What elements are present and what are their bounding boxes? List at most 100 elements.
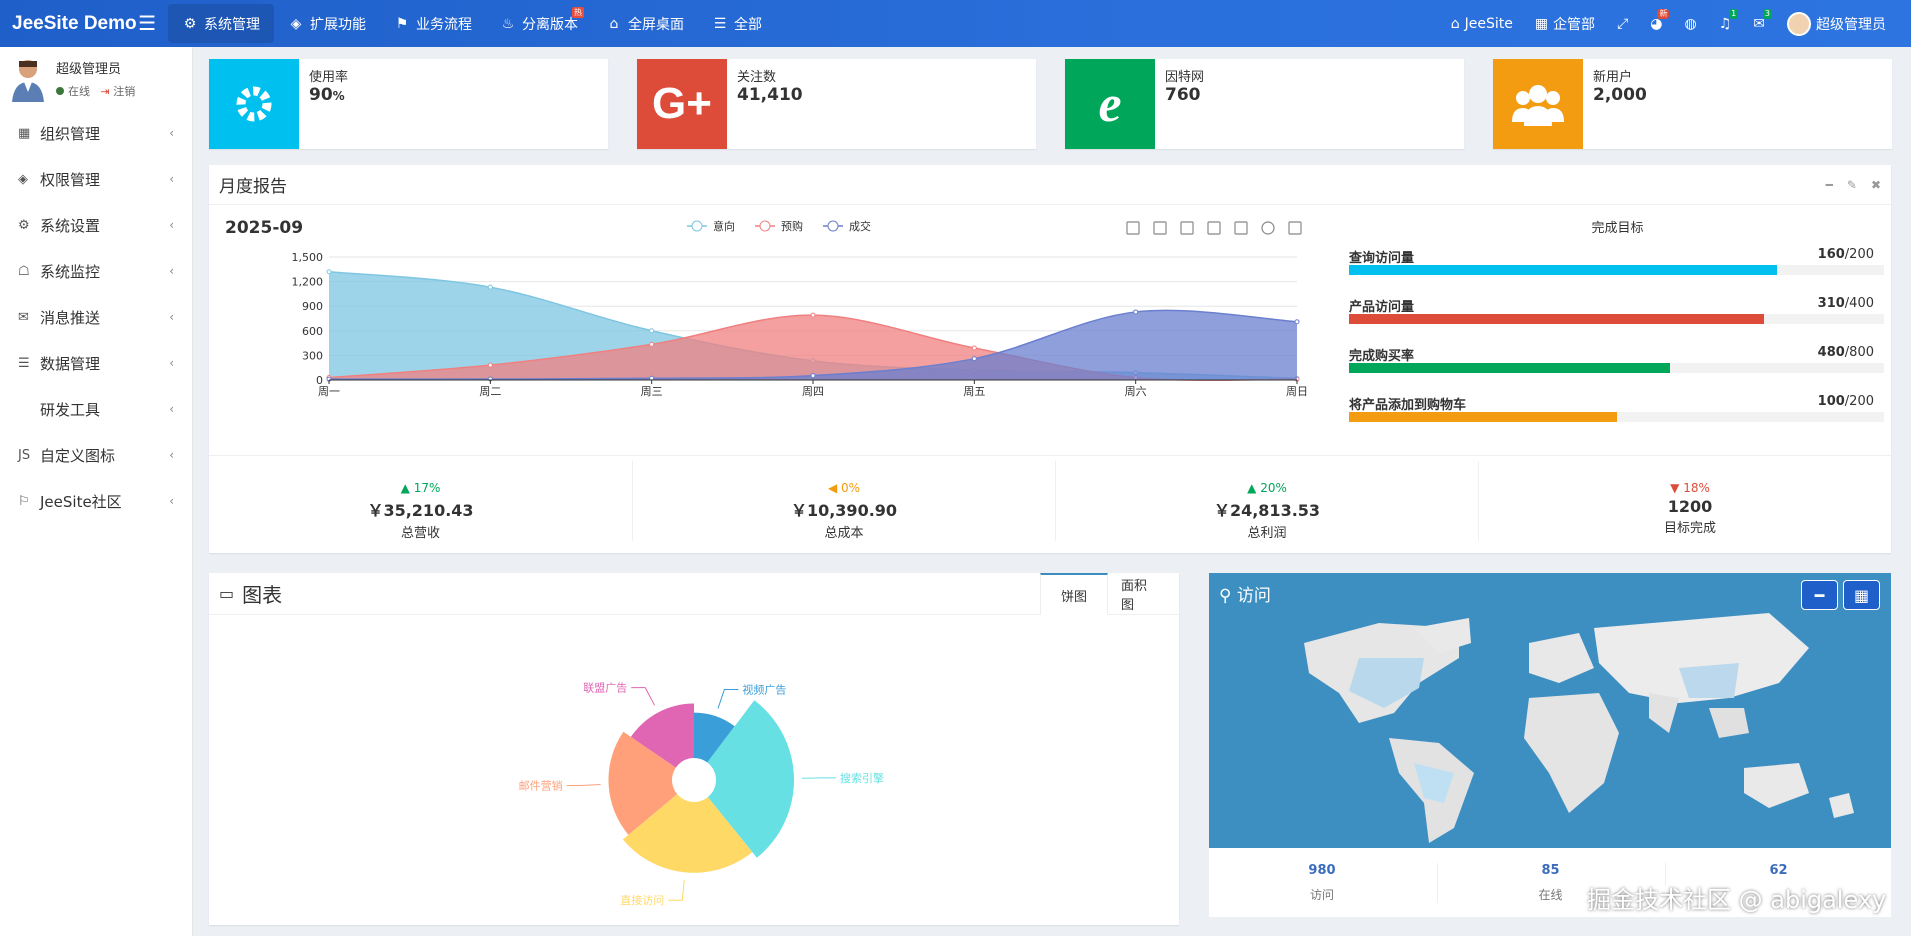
topnav-item-extend[interactable]: ◈ 扩展功能: [274, 4, 380, 43]
label-leader: [566, 784, 601, 787]
legend-marker[interactable]: [827, 220, 839, 232]
topnav-item-all[interactable]: ☰ 全部: [698, 4, 776, 43]
info-label: 新用户: [1593, 70, 1633, 85]
stat-amount: 1200: [1667, 497, 1713, 516]
info-label: 关注数: [737, 70, 777, 85]
goal-current: 480: [1817, 345, 1845, 360]
download-icon[interactable]: [1288, 221, 1302, 235]
sidebar-item[interactable]: ✉ 消息推送 ‹: [0, 294, 192, 340]
tab-pie[interactable]: 饼图: [1040, 573, 1109, 615]
stat-label: 总利润: [1247, 526, 1287, 541]
bar-chart-icon[interactable]: [1180, 221, 1194, 235]
info-value: 2,000: [1593, 85, 1647, 105]
info-box: 新用户 2,000: [1493, 59, 1892, 149]
chevron-left-icon: ‹: [169, 494, 174, 508]
y-tick-label: 300: [302, 349, 323, 362]
document-icon[interactable]: [1126, 221, 1140, 235]
envelope-icon: ✉: [18, 309, 29, 325]
label-leader: [631, 687, 656, 706]
visit-title-text: 访问: [1236, 586, 1271, 606]
jeesite-link[interactable]: ⌂ JeeSite: [1440, 0, 1524, 47]
enterprise-link[interactable]: ▦ 企管部: [1524, 0, 1606, 47]
sidebar-item[interactable]: JS 自定义图标 ‹: [0, 432, 192, 478]
database-icon: ☰: [18, 355, 30, 371]
language-button[interactable]: ◍: [1673, 0, 1707, 47]
expand-icon: ⤢: [1617, 15, 1629, 32]
info-box: G+ 关注数 41,410: [637, 59, 1036, 149]
data-point: [1133, 309, 1139, 315]
line-chart-icon[interactable]: [1153, 221, 1167, 235]
visit-count: 980: [1308, 863, 1336, 878]
summary-stat: ◀ 0% ￥10,390.90 总成本: [632, 461, 1055, 541]
tab-area[interactable]: 面积图: [1101, 573, 1179, 615]
sidebar-item-label: JeeSite社区: [40, 492, 122, 511]
gear-icon: [209, 59, 299, 149]
logout-link[interactable]: 注销: [113, 85, 135, 98]
topnav-item-fullscreen[interactable]: ⌂ 全屏桌面: [592, 4, 698, 43]
trend-icon: ▲: [1247, 481, 1257, 495]
calendar-button[interactable]: ▦: [1843, 580, 1880, 610]
theme-button[interactable]: ◕ 新: [1639, 0, 1673, 47]
legend-marker[interactable]: [759, 220, 771, 232]
goal-total: /400: [1844, 296, 1874, 311]
pie-label: 视频广告: [742, 683, 786, 697]
gear-icon: ⚙: [183, 15, 197, 32]
topnav-item-system[interactable]: ⚙ 系统管理: [168, 4, 274, 43]
x-tick-label: 周二: [479, 385, 501, 398]
tab-label: 面积图: [1121, 579, 1148, 613]
calendar-icon: ▦: [1853, 585, 1870, 605]
data-point: [326, 269, 332, 275]
goal-current: 100: [1817, 394, 1845, 409]
logo[interactable]: JeeSite Demo ☰: [0, 11, 168, 36]
pie-label: 邮件营销: [519, 779, 563, 793]
data-point: [649, 341, 655, 347]
sidebar-item[interactable]: ▦ 组织管理 ‹: [0, 110, 192, 156]
visit-label: 访问: [1309, 888, 1334, 902]
app-title[interactable]: JeeSite Demo: [12, 13, 137, 35]
sidebar-item[interactable]: ◈ 权限管理 ‹: [0, 156, 192, 202]
legend-label[interactable]: 成交: [849, 219, 871, 233]
info-unit: %: [332, 89, 345, 103]
stack-icon[interactable]: [1207, 221, 1221, 235]
legend-marker[interactable]: [691, 220, 703, 232]
x-tick-label: 周四: [802, 385, 824, 398]
user-panel: 超级管理员 在线 ⇥ 注销: [0, 47, 192, 110]
topnav-label: 业务流程: [416, 16, 472, 33]
user-menu[interactable]: 超级管理员: [1776, 0, 1897, 47]
goal-current: 310: [1817, 296, 1845, 311]
topnav-item-workflow[interactable]: ⚑ 业务流程: [380, 4, 486, 43]
home-icon: ⌂: [1450, 15, 1460, 32]
monthly-report-panel: 月度报告 ━ ✎ ✖ 2025-09 0 300 600 900 1,200 1,500 意…: [209, 165, 1891, 553]
stat-label: 总营收: [400, 526, 440, 541]
topnav-item-separate[interactable]: ♨ 分离版本热: [486, 4, 592, 43]
minus-icon[interactable]: ━: [1826, 178, 1833, 192]
mail-badge: 3: [1762, 9, 1772, 19]
wrench-icon[interactable]: ✎: [1847, 178, 1857, 192]
sidebar-item[interactable]: ☰ 数据管理 ‹: [0, 340, 192, 386]
refresh-icon[interactable]: [1261, 221, 1275, 235]
sidebar-item[interactable]: 研发工具 ‹: [0, 386, 192, 432]
sidebar-item[interactable]: ⚙ 系统设置 ‹: [0, 202, 192, 248]
goal-row: 查询访问量 160/200: [1349, 247, 1884, 275]
progress-fill: [1349, 363, 1670, 373]
sidebar-item[interactable]: ⚐ JeeSite社区 ‹: [0, 478, 192, 524]
chevron-left-icon: ‹: [169, 218, 174, 232]
stat-label: 总成本: [824, 526, 864, 541]
topnav-label: 全部: [734, 16, 762, 33]
sidebar-item[interactable]: ☖ 系统监控 ‹: [0, 248, 192, 294]
goal-row: 将产品添加到购物车 100/200: [1349, 394, 1884, 422]
tiled-icon[interactable]: [1234, 221, 1248, 235]
collapse-button[interactable]: ━: [1801, 580, 1838, 610]
close-icon[interactable]: ✖: [1871, 178, 1881, 192]
fullscreen-button[interactable]: ⤢: [1606, 0, 1639, 47]
avatar: [12, 59, 44, 102]
legend-label[interactable]: 预购: [781, 219, 803, 233]
menu-toggle-icon[interactable]: ☰: [138, 11, 156, 36]
legend-label[interactable]: 意向: [713, 219, 735, 233]
goal-label: 产品访问量: [1349, 300, 1415, 315]
notification-button[interactable]: ♫ 1: [1708, 0, 1743, 47]
goal-total: /800: [1844, 345, 1874, 360]
panel-title: 图表: [242, 583, 283, 607]
mail-button[interactable]: ✉ 3: [1742, 0, 1776, 47]
stat-percent: ▼ 18%: [1479, 481, 1901, 495]
